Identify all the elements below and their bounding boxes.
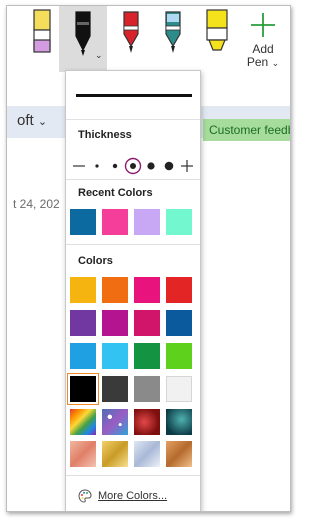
color-swatch-selected[interactable] [70, 376, 96, 402]
page-date: t 24, 202 [13, 197, 60, 211]
color-swatch[interactable] [102, 277, 128, 303]
page-tab-label: Customer feedb [209, 123, 291, 137]
color-swatch[interactable] [134, 277, 160, 303]
section-tab[interactable]: oft ⌄ [17, 112, 47, 129]
rose-gold-texture-swatch[interactable] [70, 441, 96, 467]
draw-ribbon: ⌄ Add Pen ⌄ [7, 6, 290, 78]
recent-color-swatch[interactable] [166, 209, 192, 235]
recent-color-swatch[interactable] [102, 209, 128, 235]
colors-title: Colors [78, 255, 113, 267]
color-swatch[interactable] [166, 310, 192, 336]
divider [66, 119, 200, 120]
lava-texture-swatch[interactable] [134, 409, 160, 435]
divider [66, 244, 200, 245]
thickness-option-5[interactable] [160, 156, 178, 176]
thickness-option-2[interactable] [106, 156, 124, 176]
thickness-option-1[interactable] [88, 156, 106, 176]
thickness-selector [70, 156, 196, 176]
gold-texture-swatch[interactable] [102, 441, 128, 467]
color-swatch[interactable] [134, 376, 160, 402]
color-swatch[interactable] [102, 310, 128, 336]
decrease-thickness-button[interactable] [70, 156, 88, 176]
stroke-preview [76, 94, 192, 97]
ocean-texture-swatch[interactable] [166, 409, 192, 435]
pen-options-menu: Thickness Recent Colors Colors More Colo… [65, 70, 201, 511]
more-colors-label: More Colors... [98, 490, 168, 502]
color-swatch[interactable] [134, 343, 160, 369]
yellow-highlighter-tool[interactable] [203, 6, 231, 64]
teal-pen-tool[interactable] [159, 6, 187, 64]
highlighter-icon [206, 9, 228, 51]
color-swatch[interactable] [166, 277, 192, 303]
palette-icon [78, 489, 92, 503]
plus-icon [251, 13, 275, 37]
galaxy-texture-swatch[interactable] [102, 409, 128, 435]
screenshot-frame: ⌄ Add Pen ⌄ oft ⌄ Customer feedb t 24, 2… [6, 5, 291, 512]
thickness-title: Thickness [78, 129, 132, 141]
chevron-down-icon[interactable]: ⌄ [95, 50, 103, 61]
dot-icon [124, 157, 142, 175]
page-tab-customer-feedback[interactable]: Customer feedb [203, 119, 291, 141]
add-pen-button[interactable]: Add Pen ⌄ [243, 12, 283, 78]
color-swatch[interactable] [166, 376, 192, 402]
silver-texture-swatch[interactable] [134, 441, 160, 467]
red-pen-tool[interactable] [117, 6, 145, 64]
rainbow-texture-swatch[interactable] [70, 409, 96, 435]
minus-icon [73, 165, 85, 167]
chevron-down-icon: ⌄ [37, 116, 48, 128]
dot-icon [112, 163, 118, 169]
add-pen-label-2: Pen [246, 55, 269, 69]
dot-icon [147, 162, 155, 170]
recent-colors-title: Recent Colors [78, 187, 153, 199]
color-swatch[interactable] [134, 310, 160, 336]
plus-icon [181, 160, 193, 172]
color-swatch[interactable] [102, 343, 128, 369]
color-swatch[interactable] [70, 310, 96, 336]
dot-icon [164, 161, 174, 171]
recent-color-swatch[interactable] [70, 209, 96, 235]
pink-highlighter-tool[interactable] [29, 6, 57, 64]
thickness-option-3-selected[interactable] [124, 156, 142, 176]
recent-color-swatch[interactable] [134, 209, 160, 235]
thickness-option-4[interactable] [142, 156, 160, 176]
dot-icon [95, 164, 99, 168]
pen-icon [75, 11, 91, 56]
color-swatch[interactable] [102, 376, 128, 402]
color-swatch[interactable] [166, 343, 192, 369]
more-colors-button[interactable]: More Colors... [78, 489, 167, 503]
color-swatch[interactable] [70, 277, 96, 303]
increase-thickness-button[interactable] [178, 156, 196, 176]
pen-icon [165, 11, 181, 53]
chevron-down-icon: ⌄ [271, 58, 280, 68]
pen-icon [123, 11, 139, 53]
divider [66, 179, 200, 180]
bronze-texture-swatch[interactable] [166, 441, 192, 467]
black-pen-tool-selected[interactable]: ⌄ [59, 6, 107, 72]
divider [66, 475, 200, 476]
highlighter-icon [33, 9, 51, 53]
section-tab-label: oft [17, 112, 34, 129]
color-swatch[interactable] [70, 343, 96, 369]
